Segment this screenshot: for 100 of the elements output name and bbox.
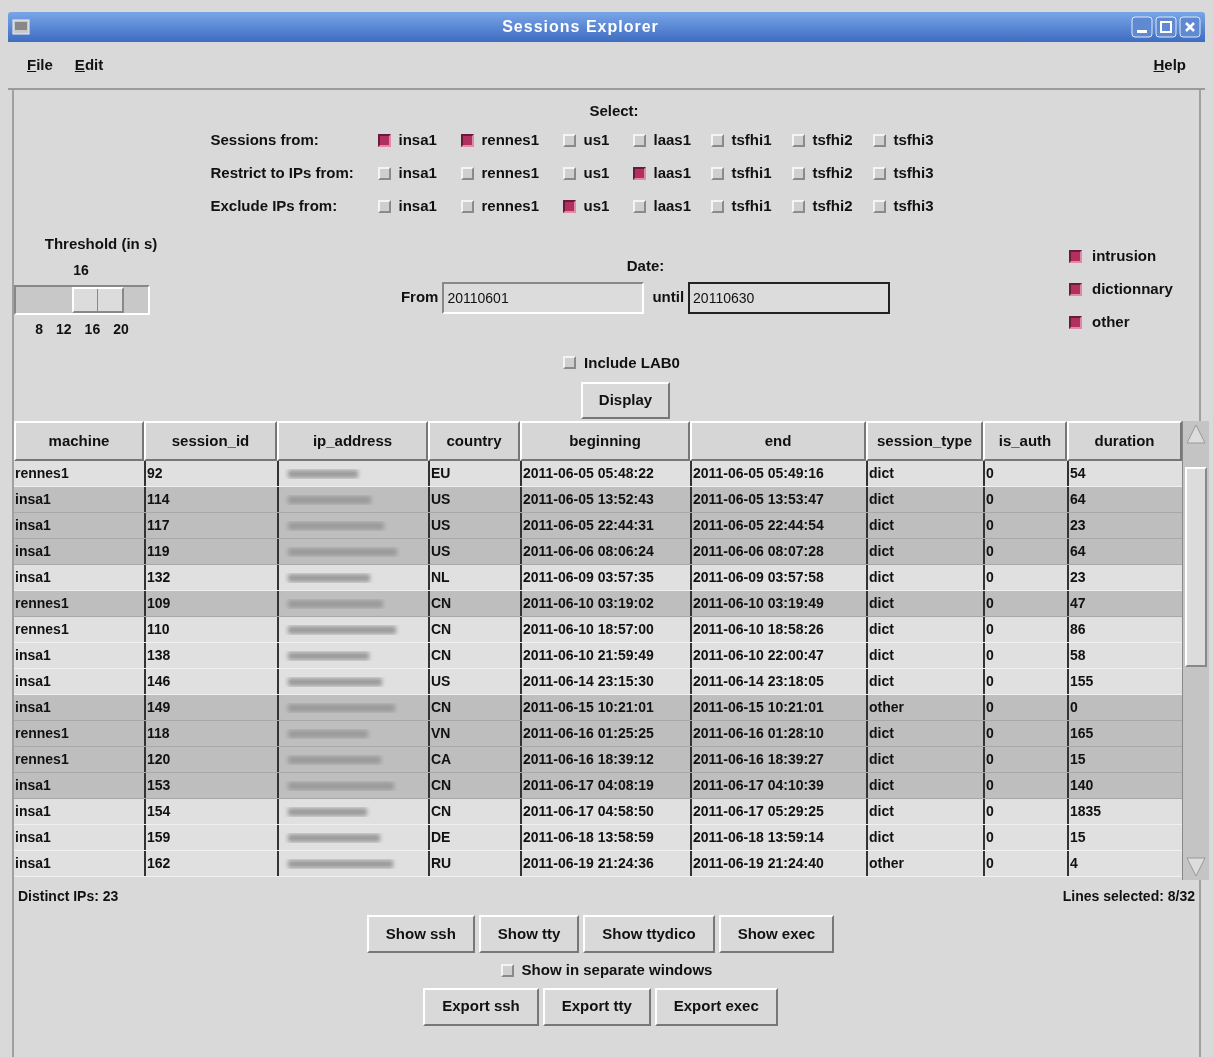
table-row[interactable]: rennes1 120 CA 2011-06-16 18:39:12 2011-06-16 18:39:27 dict 0 15 — [14, 747, 1182, 773]
checkbox-label: us1 — [583, 196, 610, 217]
table-cell-text: insa1 — [14, 698, 52, 717]
table-row[interactable]: insa1 149 CN 2011-06-15 10:21:01 2011-06-15 10:21:01 other 0 0 — [14, 695, 1182, 721]
checkbox-label: tsfhi1 — [731, 163, 772, 184]
table-row[interactable]: insa1 119 US 2011-06-06 08:06:24 2011-06-06 08:07:28 dict 0 64 — [14, 539, 1182, 565]
lines-selected-label: Lines selected: 8/32 — [1062, 887, 1195, 906]
checkbox-label: tsfhi2 — [812, 130, 853, 151]
table-cell-text: rennes1 — [14, 620, 70, 639]
table-row[interactable]: insa1 117 US 2011-06-05 22:44:31 2011-06-05 22:44:54 dict 0 23 — [14, 513, 1182, 539]
distinct-ips-label: Distinct IPs: 23 — [18, 887, 119, 906]
table-cell-text: insa1 — [14, 828, 52, 847]
tick-label: 12 — [56, 319, 72, 339]
minimize-icon[interactable] — [1131, 16, 1153, 38]
checkbox[interactable] — [1069, 315, 1082, 329]
table-cell-text: insa1 — [14, 802, 52, 821]
column-header[interactable]: session_id — [144, 421, 277, 461]
maximize-icon[interactable] — [1155, 16, 1177, 38]
table-cell-text: insa1 — [14, 854, 52, 873]
table-cell-text: rennes1 — [14, 594, 70, 613]
checkbox-label: rennes1 — [481, 130, 540, 151]
checkbox-label: tsfhi2 — [812, 196, 853, 217]
table-row[interactable]: insa1 159 DE 2011-06-18 13:58:59 2011-06-18 13:59:14 dict 0 15 — [14, 825, 1182, 851]
checkbox-label: rennes1 — [481, 163, 540, 184]
table-row[interactable]: rennes1 118 VN 2011-06-16 01:25:25 2011-06-16 01:28:10 dict 0 165 — [14, 721, 1182, 747]
group-label: Exclude IPs from: — [210, 196, 339, 217]
show-button[interactable]: Show ssh — [366, 915, 475, 953]
display-button[interactable]: Display — [580, 382, 671, 419]
table-cell-text: rennes1 — [14, 750, 70, 769]
menu-item[interactable]: Help — [1153, 53, 1186, 77]
checkbox[interactable] — [460, 134, 474, 147]
table-cell-text: insa1 — [14, 568, 52, 587]
table-cell-text: insa1 — [14, 646, 52, 665]
table-cell: 162 — [144, 851, 277, 876]
checkbox-label: Show in separate windows — [521, 960, 713, 980]
tick-label: 16 — [84, 319, 101, 339]
table-row[interactable]: insa1 153 CN 2011-06-17 04:08:19 2011-06-17 04:10:39 dict 0 140 — [14, 773, 1182, 799]
table-cell: other — [866, 851, 983, 876]
export-button[interactable]: Export exec — [654, 987, 778, 1026]
checkbox[interactable] — [562, 200, 576, 213]
table-row[interactable]: insa1 146 US 2011-06-14 23:15:30 2011-06-14 23:18:05 dict 0 155 — [14, 669, 1182, 695]
checkbox[interactable] — [1069, 282, 1082, 296]
table-row[interactable]: insa1 154 CN 2011-06-17 04:58:50 2011-06-17 05:29:25 dict 0 1835 — [14, 799, 1182, 825]
checkbox[interactable] — [1069, 249, 1082, 263]
menu-item[interactable]: File — [27, 53, 53, 77]
field-label: until — [652, 287, 685, 308]
export-button[interactable]: Export tty — [542, 987, 651, 1026]
tick-label: 20 — [113, 319, 129, 339]
scrollbar[interactable] — [1182, 421, 1209, 880]
show-button[interactable]: Show ttydico — [583, 915, 715, 953]
checkbox-label: insa1 — [398, 130, 437, 151]
table-cell-text: insa1 — [14, 490, 52, 509]
table-cell-text: rennes1 — [14, 724, 70, 743]
date-field[interactable]: 20110601 — [442, 281, 645, 314]
group-label: Sessions from: — [210, 130, 320, 151]
column-header[interactable]: end — [690, 421, 866, 461]
column-header[interactable]: country — [428, 421, 520, 461]
close-icon[interactable] — [1179, 16, 1201, 38]
checkbox-label: tsfhi2 — [812, 163, 853, 184]
checkbox-label: laas1 — [653, 196, 692, 217]
table-row[interactable]: insa1 132 NL 2011-06-09 03:57:35 2011-06-09 03:57:58 dict 0 23 — [14, 565, 1182, 591]
table-row[interactable]: rennes1 92 EU 2011-06-05 05:48:22 2011-06-05 05:49:16 dict 0 54 — [14, 461, 1182, 487]
window-icon[interactable] — [12, 19, 30, 35]
column-header[interactable]: machine — [14, 421, 144, 461]
checkbox-label: dictionnary — [1092, 278, 1173, 299]
checkbox-label: insa1 — [398, 163, 437, 184]
checkbox[interactable] — [377, 134, 391, 147]
show-button[interactable]: Show exec — [718, 915, 835, 953]
column-header[interactable]: beginning — [520, 421, 690, 461]
date-field[interactable]: 20110630 — [688, 281, 891, 314]
table-row[interactable]: rennes1 109 CN 2011-06-10 03:19:02 2011-06-10 03:19:49 dict 0 47 — [14, 591, 1182, 617]
table-row[interactable]: rennes1 110 CN 2011-06-10 18:57:00 2011-06-10 18:58:26 dict 0 86 — [14, 617, 1182, 643]
section-title: Select: — [589, 102, 639, 120]
table-row[interactable]: insa1 162 RU 2011-06-19 21:24:36 2011-06-19 21:24:40 other 0 4 — [14, 851, 1182, 877]
column-header[interactable]: duration — [1067, 421, 1182, 461]
checkbox-label: tsfhi3 — [893, 130, 934, 151]
table-row[interactable]: insa1 138 CN 2011-06-10 21:59:49 2011-06-10 22:00:47 dict 0 58 — [14, 643, 1182, 669]
table-cell-text: insa1 — [14, 542, 52, 561]
column-header[interactable]: ip_address — [277, 421, 428, 461]
checkbox-label: insa1 — [398, 196, 437, 217]
table-row[interactable]: insa1 114 US 2011-06-05 13:52:43 2011-06-05 13:53:47 dict 0 64 — [14, 487, 1182, 513]
threshold-label: Threshold (in s) — [44, 234, 158, 254]
group-label: Restrict to IPs from: — [210, 163, 355, 184]
table-cell: 2011-06-19 21:24:36 — [520, 851, 690, 876]
table-cell: 0 — [983, 851, 1067, 876]
checkbox-label: laas1 — [653, 163, 692, 184]
menu-item[interactable]: Edit — [74, 53, 104, 77]
checkbox-label: laas1 — [653, 130, 692, 151]
window-title: Sessions Explorer — [502, 18, 659, 35]
column-header[interactable]: is_auth — [983, 421, 1067, 461]
checkbox-label: us1 — [583, 130, 610, 151]
table-cell-text: insa1 — [14, 672, 52, 691]
field-label: From — [400, 287, 439, 308]
export-button[interactable]: Export ssh — [423, 987, 539, 1026]
checkbox-label: other — [1092, 311, 1130, 332]
checkbox-label: tsfhi1 — [731, 130, 772, 151]
checkbox[interactable] — [632, 167, 646, 180]
scroll-thumb[interactable] — [1185, 467, 1207, 667]
column-header[interactable]: session_type — [866, 421, 983, 461]
show-button[interactable]: Show tty — [478, 915, 580, 953]
